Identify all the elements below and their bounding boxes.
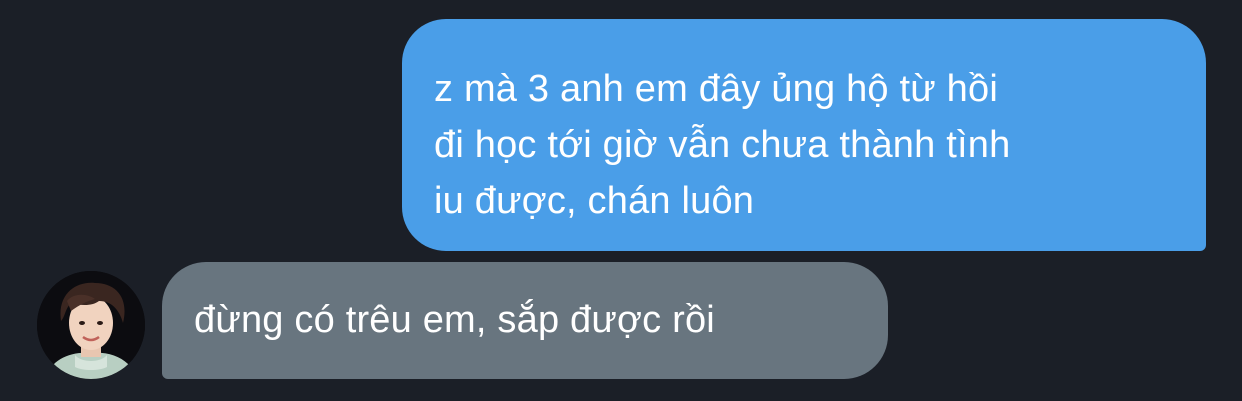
- message-text-line: z mà 3 anh em đây ủng hộ từ hồi: [434, 68, 998, 110]
- received-message-bubble[interactable]: đừng có trêu em, sắp được rồi: [162, 262, 888, 379]
- user-photo-avatar-icon: [37, 271, 145, 379]
- message-text-line: iu được, chán luôn: [434, 180, 755, 222]
- message-text-line: đừng có trêu em, sắp được rồi: [194, 299, 715, 341]
- contact-avatar[interactable]: [37, 271, 145, 379]
- sent-message-bubble[interactable]: z mà 3 anh em đây ủng hộ từ hồi đi học t…: [402, 19, 1206, 251]
- chat-thread: z mà 3 anh em đây ủng hộ từ hồi đi học t…: [0, 0, 1242, 401]
- message-text-line: đi học tới giờ vẫn chưa thành tình: [434, 124, 1011, 166]
